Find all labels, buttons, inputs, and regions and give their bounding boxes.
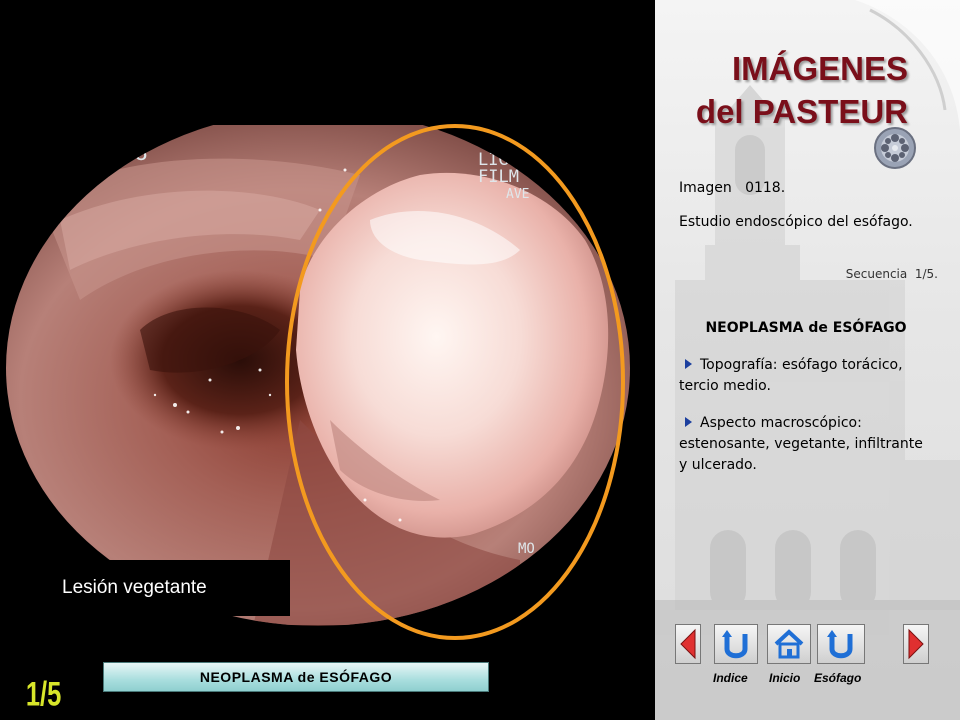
previous-button[interactable]	[675, 624, 701, 664]
overlay-date: -08	[108, 141, 148, 166]
home-icon	[774, 629, 804, 659]
esofago-link[interactable]: Esófago	[814, 671, 861, 685]
overlay-mo: MO	[518, 541, 535, 557]
bullet-text: Topografía: esófago torácico, tercio med…	[679, 357, 903, 394]
study-description: Estudio endoscópico del esófago.	[679, 214, 913, 230]
endoscopic-image-area: -08 LIGE FILM AVE MO Lesión vegetante NE…	[0, 0, 655, 720]
info-panel: IMÁGENES del PASTEUR Imagen 0118. Estudi…	[655, 0, 960, 720]
arrow-right-icon	[908, 628, 924, 660]
overlay-film-2: FILM	[478, 167, 519, 187]
sequence-label: Secuencia 1/5.	[845, 267, 938, 281]
image-caption: Lesión vegetante	[50, 560, 290, 616]
bullet-triangle-icon	[685, 417, 692, 427]
page-indicator: 1/5	[26, 676, 62, 712]
section-heading: NEOPLASMA de ESÓFAGO	[705, 320, 907, 336]
image-number: Imagen 0118.	[679, 180, 786, 196]
inicio-button[interactable]	[767, 624, 811, 664]
bullet-text: Aspecto macroscópico: estenosante, veget…	[679, 415, 923, 473]
u-turn-icon	[827, 630, 853, 659]
bullet-triangle-icon	[685, 359, 692, 369]
arrow-left-icon	[680, 628, 696, 660]
indice-button[interactable]	[714, 624, 758, 664]
esofago-button[interactable]	[817, 624, 865, 664]
bullet-macroscopic: Aspecto macroscópico: estenosante, veget…	[679, 413, 929, 476]
page-number: 1/5	[26, 676, 62, 712]
bullet-topography: Topografía: esófago torácico, tercio med…	[679, 355, 929, 397]
overlay-ave: AVE	[506, 187, 529, 202]
film-reel-icon	[874, 127, 916, 169]
inicio-link[interactable]: Inicio	[769, 671, 800, 685]
footer-title: NEOPLASMA de ESÓFAGO	[103, 662, 489, 692]
app-title-line1: IMÁGENES	[731, 50, 908, 87]
next-button[interactable]	[903, 624, 929, 664]
u-turn-icon	[722, 630, 748, 659]
indice-link[interactable]: Indice	[713, 671, 748, 685]
